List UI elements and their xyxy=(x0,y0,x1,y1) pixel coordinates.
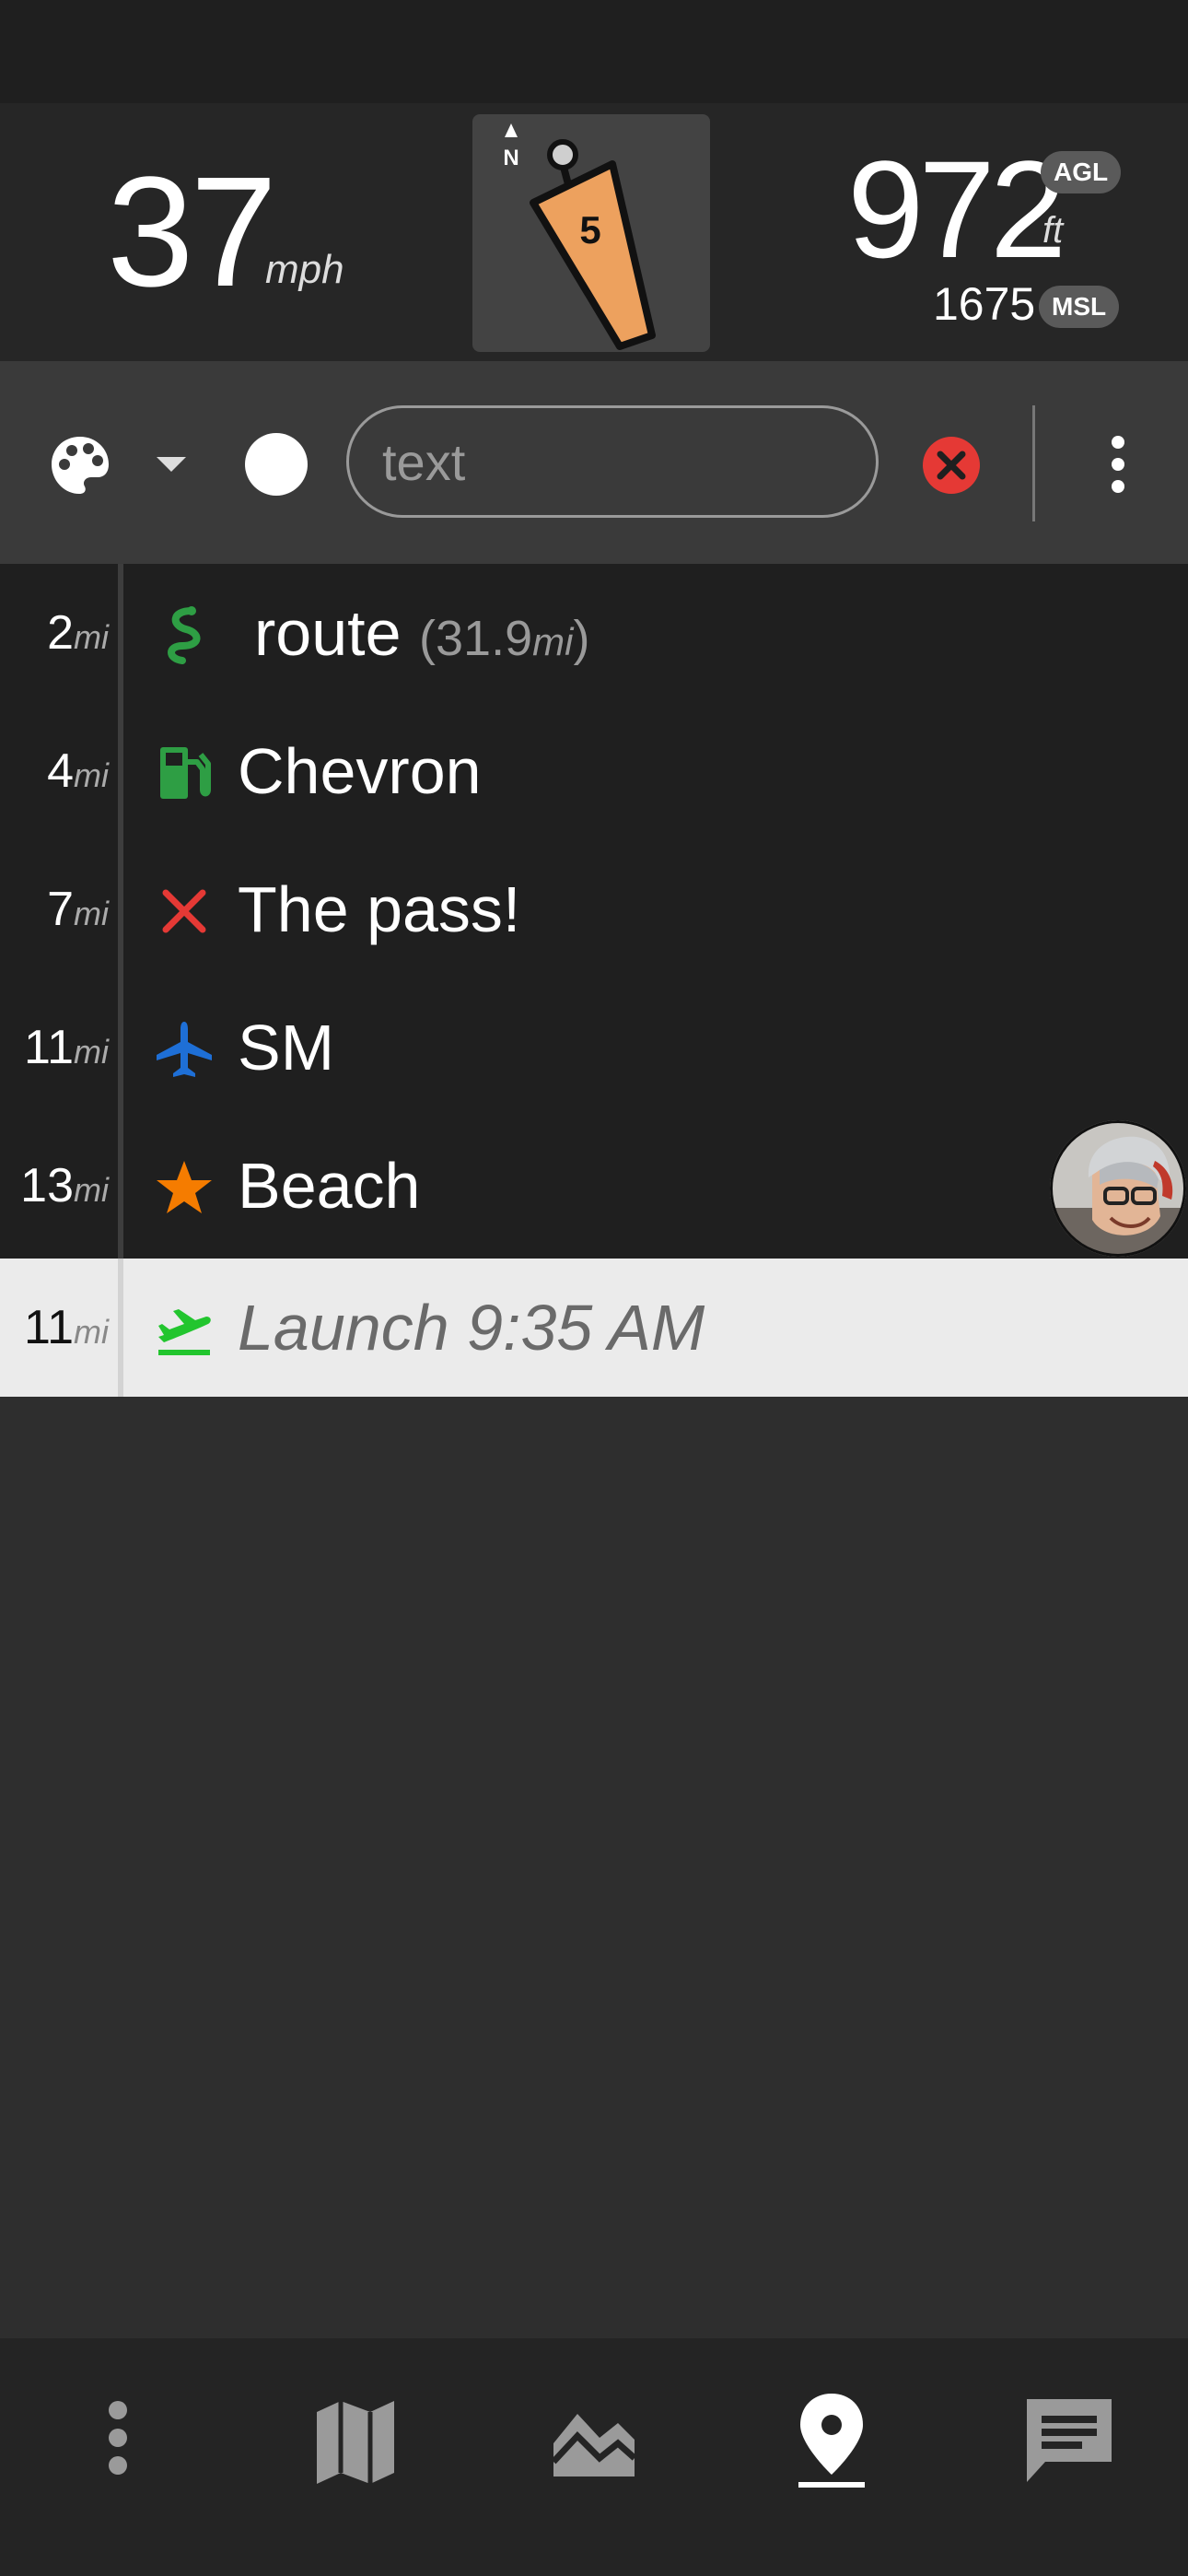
waypoint-row-sm[interactable]: 11mi SM xyxy=(0,978,1188,1117)
route-icon xyxy=(155,605,214,664)
route-length: (31.9mi) xyxy=(419,611,590,666)
waypoint-distance: 2mi xyxy=(47,606,109,660)
waypoint-label: The pass! xyxy=(238,873,521,945)
pilot-avatar[interactable] xyxy=(1050,1120,1186,1257)
color-swatch-icon[interactable] xyxy=(245,433,308,496)
waypoint-row-route[interactable]: 2mi route (31.9mi) xyxy=(0,564,1188,702)
toolbar-divider xyxy=(1032,405,1035,521)
launch-label: Launch 9:35 AM xyxy=(238,1292,705,1364)
takeoff-icon xyxy=(155,1300,214,1359)
waypoint-label: route (31.9mi) xyxy=(254,597,590,669)
waypoint-distance: 4mi xyxy=(47,744,109,798)
waypoint-label: SM xyxy=(238,1012,334,1083)
airplane-icon xyxy=(155,1020,214,1079)
launch-row[interactable]: 11mi Launch 9:35 AM xyxy=(0,1259,1188,1397)
chat-icon[interactable] xyxy=(1014,2386,1124,2497)
clear-icon[interactable] xyxy=(921,435,982,496)
waypoint-distance: 7mi xyxy=(47,883,109,936)
altitude-msl: 1675 xyxy=(933,278,1036,330)
altitude-agl: 972 xyxy=(847,132,1066,287)
waypoint-row-chevron[interactable]: 4mi Chevron xyxy=(0,702,1188,840)
wind-speed: 5 xyxy=(579,208,600,252)
waypoint-label: Beach xyxy=(238,1150,421,1222)
launch-distance: 11mi xyxy=(24,1301,109,1354)
palette-icon[interactable] xyxy=(48,433,112,498)
altitude-unit: ft xyxy=(1042,210,1064,251)
fuel-icon xyxy=(155,744,214,802)
more-vert-icon[interactable] xyxy=(63,2386,173,2497)
wind-indicator[interactable]: N 5 xyxy=(472,114,710,352)
more-vert-icon[interactable] xyxy=(1101,431,1135,498)
agl-badge: AGL xyxy=(1041,151,1122,193)
marker-text-input[interactable] xyxy=(346,405,879,518)
waypoint-distance: 13mi xyxy=(20,1159,109,1212)
map-icon[interactable] xyxy=(300,2386,411,2497)
elevation-chart-icon[interactable] xyxy=(539,2386,649,2497)
waypoint-row-the-pass[interactable]: 7mi The pass! xyxy=(0,840,1188,978)
star-icon xyxy=(155,1158,214,1217)
waypoint-row-beach[interactable]: 13mi Beach xyxy=(0,1117,1188,1255)
status-bar xyxy=(0,0,1188,103)
north-label: N xyxy=(503,146,518,170)
waypoint-icon[interactable] xyxy=(776,2386,887,2497)
waypoint-distance: 11mi xyxy=(24,1021,109,1074)
speed-unit: mph xyxy=(265,247,344,292)
waypoint-label: Chevron xyxy=(238,735,482,807)
north-arrow-icon xyxy=(505,123,518,137)
msl-badge: MSL xyxy=(1039,286,1120,328)
cross-icon xyxy=(155,882,214,941)
ground-speed: 37 xyxy=(107,145,277,320)
dropdown-arrow-icon[interactable] xyxy=(155,455,188,474)
